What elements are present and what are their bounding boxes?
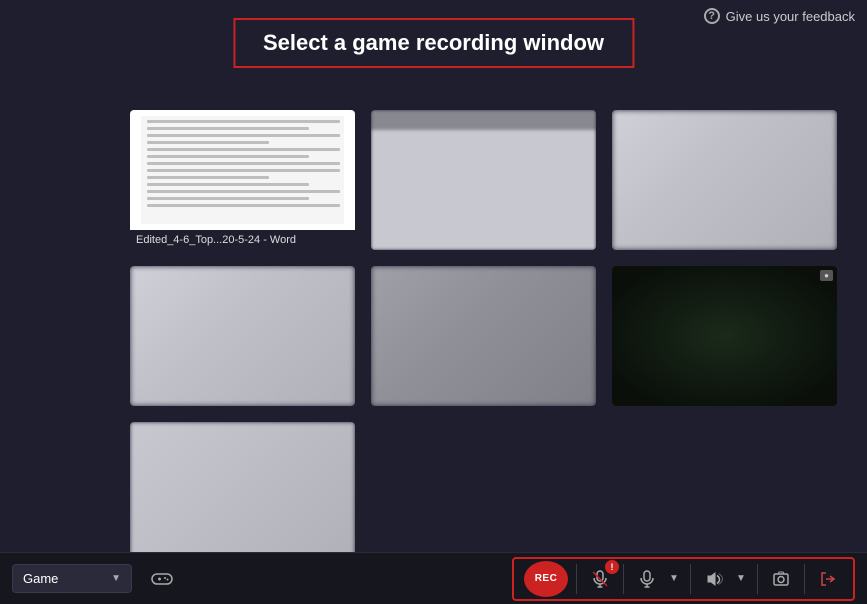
doc-line — [147, 120, 339, 123]
mic-group: ▼ — [632, 564, 682, 594]
doc-line — [147, 141, 269, 144]
gamepad-svg — [150, 570, 174, 588]
rec-button[interactable]: REC — [524, 561, 568, 597]
doc-line — [147, 204, 339, 207]
doc-line — [147, 162, 339, 165]
mic-button[interactable] — [632, 564, 662, 594]
rec-label: REC — [535, 573, 558, 584]
page-title: Select a game recording window — [263, 30, 604, 55]
window-card-browser1[interactable] — [371, 110, 596, 250]
window-tag: ● — [820, 270, 833, 281]
volume-group: ▼ — [699, 564, 749, 594]
window-label: Edited_4-6_Top...20-5-24 - Word — [130, 230, 355, 250]
mode-label: Game — [23, 571, 103, 586]
recording-controls: REC ! — [512, 557, 855, 601]
title-container: Select a game recording window — [233, 18, 634, 68]
doc-line — [147, 148, 339, 151]
window-preview-mid1 — [371, 266, 596, 406]
bottom-bar: Game ▼ REC — [0, 552, 867, 604]
window-card-light1[interactable] — [612, 110, 837, 250]
window-card-dark1[interactable]: ● — [612, 266, 837, 406]
warning-badge: ! — [605, 560, 619, 574]
window-grid: Edited_4-6_Top...20-5-24 - Word ● — [120, 100, 847, 572]
window-preview-dark1 — [612, 266, 837, 406]
volume-chevron-icon[interactable]: ▼ — [733, 564, 749, 594]
mic-icon — [638, 570, 656, 588]
feedback-label: Give us your feedback — [726, 9, 855, 24]
doc-line — [147, 190, 339, 193]
mic-muted-icon — [591, 570, 609, 588]
window-preview-browser1 — [371, 110, 596, 250]
divider-2 — [623, 564, 624, 594]
divider-1 — [576, 564, 577, 594]
doc-line — [147, 169, 339, 172]
window-preview-light2 — [130, 266, 355, 406]
volume-button[interactable] — [699, 564, 729, 594]
divider-4 — [757, 564, 758, 594]
window-preview-blur3 — [130, 422, 355, 562]
help-icon: ? — [704, 8, 720, 24]
warning-count: ! — [611, 562, 614, 572]
volume-icon — [705, 570, 723, 588]
feedback-link[interactable]: ? Give us your feedback — [692, 0, 867, 32]
exit-button[interactable] — [813, 564, 843, 594]
chevron-down-icon: ▼ — [111, 573, 121, 584]
divider-5 — [804, 564, 805, 594]
screenshot-button[interactable] — [766, 564, 796, 594]
doc-line — [147, 176, 269, 179]
doc-line — [147, 155, 309, 158]
window-card-mid1[interactable] — [371, 266, 596, 406]
window-card-blur3[interactable] — [130, 422, 355, 562]
mic-chevron-icon[interactable]: ▼ — [666, 564, 682, 594]
window-card-word[interactable]: Edited_4-6_Top...20-5-24 - Word — [130, 110, 355, 250]
doc-line — [147, 127, 309, 130]
screenshot-icon — [772, 570, 790, 588]
window-card-light2[interactable] — [130, 266, 355, 406]
exit-icon — [819, 570, 837, 588]
window-preview-light1 — [612, 110, 837, 250]
divider-3 — [690, 564, 691, 594]
doc-line — [147, 183, 309, 186]
mode-dropdown[interactable]: Game ▼ — [12, 564, 132, 593]
doc-line — [147, 197, 309, 200]
mic-muted-group: ! — [585, 564, 615, 594]
word-doc-preview — [141, 116, 344, 224]
controller-icon[interactable] — [144, 561, 180, 597]
window-preview-word — [130, 110, 355, 230]
doc-line — [147, 134, 339, 137]
